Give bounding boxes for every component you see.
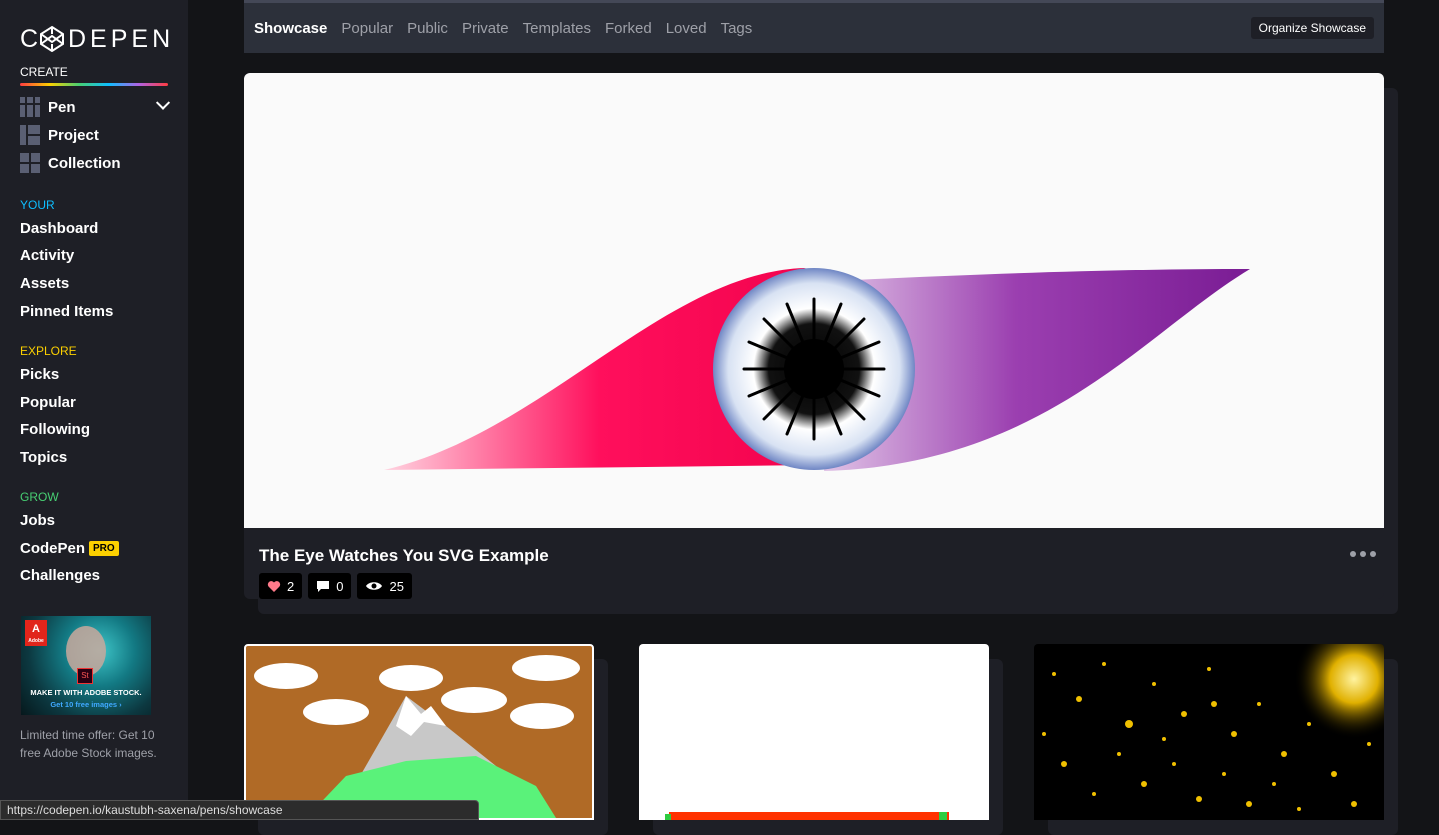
codepen-logo-icon: C DEPEN bbox=[20, 25, 174, 52]
comment-button[interactable]: 0 bbox=[308, 573, 352, 599]
pro-badge: PRO bbox=[89, 541, 119, 556]
sidebar-item-dashboard[interactable]: Dashboard bbox=[20, 220, 98, 237]
create-pen-item[interactable]: Pen bbox=[20, 95, 171, 118]
create-collection-label: Collection bbox=[48, 154, 121, 172]
adobe-stock-ad-image[interactable]: A Adobe St MAKE IT WITH ADOBE STOCK. Get … bbox=[21, 616, 151, 715]
tab-public[interactable]: Public bbox=[407, 20, 448, 37]
create-project-item[interactable]: Project bbox=[20, 124, 168, 146]
tab-popular[interactable]: Popular bbox=[341, 20, 393, 37]
pen-card-particles bbox=[1034, 644, 1398, 835]
hero-pen-card: The Eye Watches You SVG Example 2 0 25 bbox=[244, 73, 1398, 614]
view-count: 25 bbox=[389, 578, 404, 594]
ad-description[interactable]: Limited time offer: Get 10 free Adobe St… bbox=[20, 726, 170, 762]
pen-preview-white[interactable] bbox=[639, 644, 989, 820]
sidebar-item-picks[interactable]: Picks bbox=[20, 366, 59, 383]
sidebar-item-popular[interactable]: Popular bbox=[20, 394, 76, 411]
sidebar-item-assets[interactable]: Assets bbox=[20, 275, 69, 292]
explore-section-label: EXPLORE bbox=[20, 344, 77, 358]
tab-forked[interactable]: Forked bbox=[605, 20, 652, 37]
sidebar-item-pinned-items[interactable]: Pinned Items bbox=[20, 303, 113, 320]
red-bar-illustration bbox=[665, 812, 949, 820]
views-stat: 25 bbox=[357, 573, 412, 599]
tab-templates[interactable]: Templates bbox=[523, 20, 591, 37]
create-rainbow-divider bbox=[20, 83, 168, 86]
organize-showcase-button[interactable]: Organize Showcase bbox=[1250, 17, 1374, 39]
heart-icon bbox=[267, 580, 281, 592]
tab-showcase[interactable]: Showcase bbox=[254, 20, 327, 37]
project-grid-icon bbox=[20, 125, 40, 145]
browser-status-url: https://codepen.io/kaustubh-saxena/pens/… bbox=[0, 800, 479, 820]
showcase-tabs-bar: Showcase Popular Public Private Template… bbox=[244, 0, 1384, 53]
ad-cta: Get 10 free images › bbox=[50, 700, 122, 709]
collection-grid-icon bbox=[20, 153, 40, 173]
tab-private[interactable]: Private bbox=[462, 20, 509, 37]
svg-text:C: C bbox=[20, 25, 42, 52]
comment-icon bbox=[317, 580, 330, 592]
adobe-stock-badge-icon: St bbox=[77, 668, 93, 684]
like-button[interactable]: 2 bbox=[259, 573, 303, 599]
pen-card-mountain bbox=[244, 644, 608, 835]
sidebar-item-codepen-pro[interactable]: CodePen PRO bbox=[20, 540, 119, 557]
hero-pen-title[interactable]: The Eye Watches You SVG Example bbox=[259, 546, 549, 566]
gold-particles-illustration bbox=[1042, 644, 1384, 811]
sidebar-item-topics[interactable]: Topics bbox=[20, 449, 67, 466]
sidebar: C DEPEN CREATE Pen Project Collection YO… bbox=[0, 0, 188, 820]
hero-pen-preview[interactable] bbox=[244, 73, 1384, 528]
comment-count: 0 bbox=[336, 578, 344, 594]
create-collection-item[interactable]: Collection bbox=[20, 152, 168, 174]
sidebar-item-jobs[interactable]: Jobs bbox=[20, 512, 55, 529]
hero-pen-stats: 2 0 25 bbox=[259, 573, 412, 599]
create-section-label: CREATE bbox=[20, 65, 68, 79]
tab-loved[interactable]: Loved bbox=[666, 20, 707, 37]
ad-headline: MAKE IT WITH ADOBE STOCK. bbox=[30, 688, 142, 697]
create-project-label: Project bbox=[48, 126, 99, 144]
codepen-pro-label: CodePen bbox=[20, 540, 86, 557]
eye-icon bbox=[366, 582, 383, 590]
sidebar-item-challenges[interactable]: Challenges bbox=[20, 567, 100, 584]
create-pen-label: Pen bbox=[48, 98, 76, 116]
sidebar-item-activity[interactable]: Activity bbox=[20, 247, 74, 264]
your-section-label: YOUR bbox=[20, 198, 55, 212]
eye-svg-illustration bbox=[384, 268, 1250, 471]
pen-preview-mountain[interactable] bbox=[244, 644, 594, 820]
like-count: 2 bbox=[287, 578, 295, 594]
svg-text:DEPEN: DEPEN bbox=[68, 25, 174, 52]
adobe-logo-icon: A Adobe bbox=[25, 620, 47, 646]
codepen-logo[interactable]: C DEPEN bbox=[20, 24, 190, 52]
pen-card-white bbox=[639, 644, 1003, 835]
pen-grid-icon bbox=[20, 97, 40, 117]
grow-section-label: GROW bbox=[20, 490, 59, 504]
tab-tags[interactable]: Tags bbox=[721, 20, 753, 37]
sidebar-item-following[interactable]: Following bbox=[20, 421, 90, 438]
chevron-down-icon[interactable] bbox=[155, 95, 171, 110]
more-options-icon[interactable] bbox=[1350, 551, 1376, 557]
pen-preview-particles[interactable] bbox=[1034, 644, 1384, 820]
mountain-illustration bbox=[254, 655, 580, 818]
